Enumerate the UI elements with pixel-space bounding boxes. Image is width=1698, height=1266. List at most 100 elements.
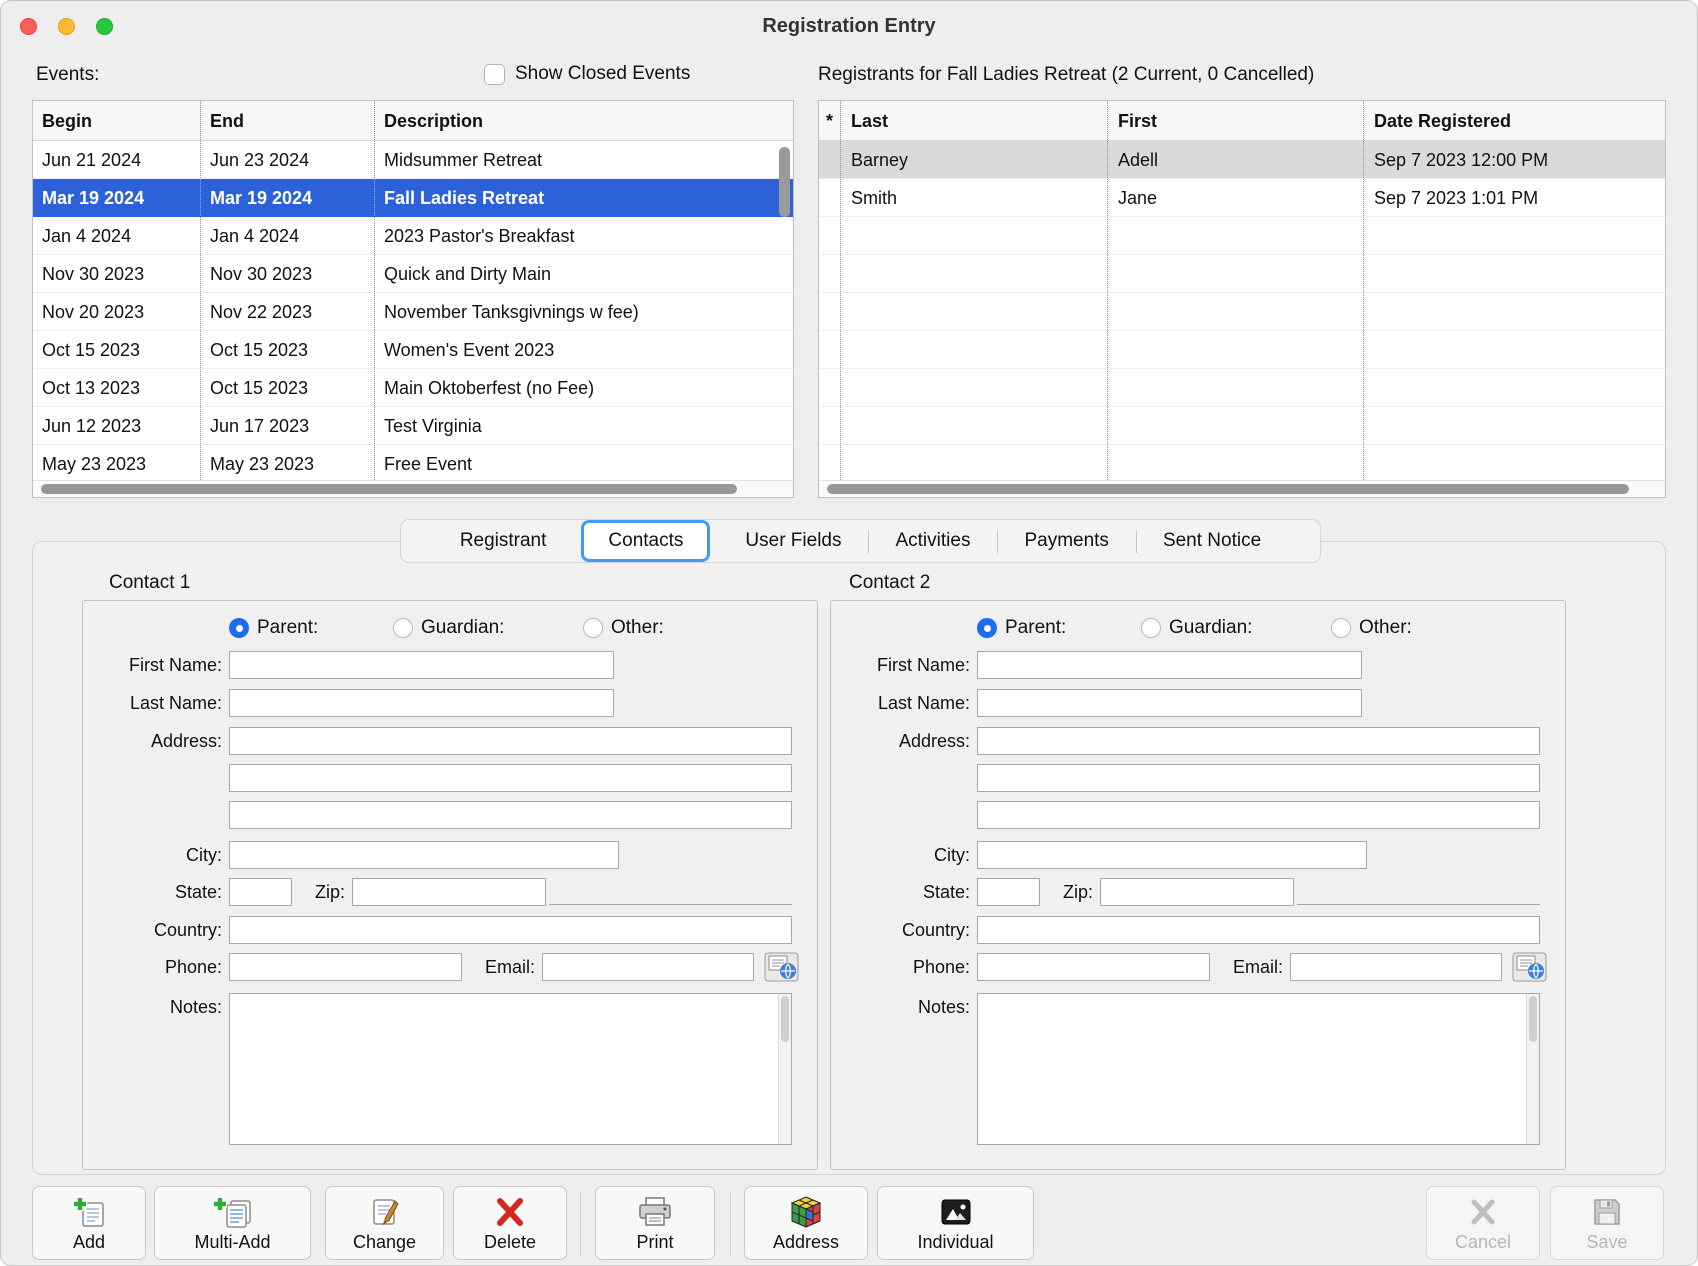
contact1-phone-input[interactable]: [229, 953, 462, 981]
contact1-address-line1-input[interactable]: [229, 727, 792, 755]
description-column-header[interactable]: Description: [375, 101, 793, 140]
scrollbar-thumb[interactable]: [41, 484, 737, 494]
star-cell: [819, 445, 841, 482]
show-closed-events-checkbox[interactable]: Show Closed Events: [484, 63, 690, 85]
checkbox-box-icon[interactable]: [484, 64, 505, 85]
event-row[interactable]: Jan 4 2024 Jan 4 2024 2023 Pastor's Brea…: [33, 217, 793, 255]
contact1-address-line3-input[interactable]: [229, 801, 792, 829]
individual-button[interactable]: Individual: [877, 1186, 1034, 1260]
event-row-selected[interactable]: Mar 19 2024 Mar 19 2024 Fall Ladies Retr…: [33, 179, 793, 217]
contact2-state-input[interactable]: [977, 878, 1040, 906]
event-description: Midsummer Retreat: [375, 141, 793, 178]
toolbar: Add Multi-Add Ch: [0, 1184, 1698, 1264]
individual-label: Individual: [917, 1232, 993, 1253]
contact2-email-input[interactable]: [1290, 953, 1502, 981]
star-column-header[interactable]: *: [819, 101, 841, 140]
contact1-zip-input[interactable]: [352, 878, 546, 906]
window-title: Registration Entry: [0, 0, 1698, 52]
contact2-parent-radio[interactable]: Parent:: [977, 615, 1066, 641]
contact2-other-radio[interactable]: Other:: [1331, 615, 1412, 641]
contact1-guardian-radio[interactable]: Guardian:: [393, 615, 504, 641]
country-label: Country:: [83, 916, 229, 944]
scrollbar-thumb[interactable]: [827, 484, 1629, 494]
contact1-state-input[interactable]: [229, 878, 292, 906]
event-description: Free Event: [375, 445, 793, 482]
event-description: Fall Ladies Retreat: [375, 179, 793, 216]
contact2-zip-input[interactable]: [1100, 878, 1294, 906]
events-horizontal-scrollbar[interactable]: [33, 480, 793, 497]
event-row[interactable]: Oct 15 2023 Oct 15 2023 Women's Event 20…: [33, 331, 793, 369]
minimize-icon[interactable]: [58, 18, 75, 35]
contact1-city-input[interactable]: [229, 841, 619, 869]
multi-add-button[interactable]: Multi-Add: [154, 1186, 311, 1260]
event-row[interactable]: Jun 12 2023 Jun 17 2023 Test Virginia: [33, 407, 793, 445]
contact2-phone-input[interactable]: [977, 953, 1210, 981]
notes-scrollbar[interactable]: [778, 994, 791, 1144]
tab-activities[interactable]: Activities: [868, 520, 997, 562]
contact2-address-line3-input[interactable]: [977, 801, 1540, 829]
contact2-country-input[interactable]: [977, 916, 1540, 944]
tab-contacts[interactable]: Contacts: [581, 520, 710, 562]
event-row[interactable]: Jun 21 2024 Jun 23 2024 Midsummer Retrea…: [33, 141, 793, 179]
event-row[interactable]: Oct 13 2023 Oct 15 2023 Main Oktoberfest…: [33, 369, 793, 407]
contact2-last-name-input[interactable]: [977, 689, 1362, 717]
date-registered-column-header[interactable]: Date Registered: [1364, 101, 1665, 140]
begin-column-header[interactable]: Begin: [33, 101, 201, 140]
tab-registrant[interactable]: Registrant: [433, 520, 574, 562]
contact2-first-name-input[interactable]: [977, 651, 1362, 679]
contact1-notes-input[interactable]: [229, 993, 792, 1145]
contact1-parent-radio[interactable]: Parent:: [229, 615, 318, 641]
registrant-row[interactable]: Smith Jane Sep 7 2023 1:01 PM: [819, 179, 1665, 217]
contact1-country-input[interactable]: [229, 916, 792, 944]
event-begin: Jan 4 2024: [33, 217, 201, 254]
events-vertical-scrollbar[interactable]: [779, 147, 790, 217]
contact2-city-input[interactable]: [977, 841, 1367, 869]
contact1-group: Parent: Guardian: Other: First Name: Las…: [82, 600, 818, 1170]
registrant-row-selected[interactable]: Barney Adell Sep 7 2023 12:00 PM: [819, 141, 1665, 179]
contact1-first-name-input[interactable]: [229, 651, 614, 679]
last-column-header[interactable]: Last: [841, 101, 1108, 140]
first-cell: [1108, 217, 1364, 254]
registrant-first: Adell: [1108, 141, 1364, 178]
contact1-address-line2-input[interactable]: [229, 764, 792, 792]
zoom-icon[interactable]: [96, 18, 113, 35]
address-button[interactable]: Address: [744, 1186, 868, 1260]
date-cell: [1364, 407, 1665, 444]
first-cell: [1108, 369, 1364, 406]
change-button[interactable]: Change: [325, 1186, 444, 1260]
cancel-x-icon: [1469, 1194, 1497, 1230]
delete-button[interactable]: Delete: [453, 1186, 567, 1260]
event-row[interactable]: Nov 30 2023 Nov 30 2023 Quick and Dirty …: [33, 255, 793, 293]
email-lookup-icon[interactable]: [764, 952, 799, 982]
add-button[interactable]: Add: [32, 1186, 146, 1260]
tab-user-fields[interactable]: User Fields: [718, 520, 868, 562]
event-row[interactable]: May 23 2023 May 23 2023 Free Event: [33, 445, 793, 483]
city-label: City:: [831, 841, 977, 869]
first-column-header[interactable]: First: [1108, 101, 1364, 140]
contact2-notes-input[interactable]: [977, 993, 1540, 1145]
contact2-guardian-radio[interactable]: Guardian:: [1141, 615, 1252, 641]
close-icon[interactable]: [20, 18, 37, 35]
contact1-email-input[interactable]: [542, 953, 754, 981]
event-description: November Tanksgivnings w fee): [375, 293, 793, 330]
print-button[interactable]: Print: [595, 1186, 715, 1260]
delete-icon: [495, 1194, 525, 1230]
tab-sent-notice[interactable]: Sent Notice: [1136, 520, 1288, 562]
first-cell: [1108, 445, 1364, 482]
cancel-label: Cancel: [1455, 1232, 1511, 1253]
zip-label: Zip:: [1040, 878, 1100, 906]
registrant-first: Jane: [1108, 179, 1364, 216]
registrant-last: Barney: [841, 141, 1108, 178]
contact2-address-line1-input[interactable]: [977, 727, 1540, 755]
contact1-other-radio[interactable]: Other:: [583, 615, 664, 641]
end-column-header[interactable]: End: [201, 101, 375, 140]
contact2-address-line2-input[interactable]: [977, 764, 1540, 792]
event-row[interactable]: Nov 20 2023 Nov 22 2023 November Tanksgi…: [33, 293, 793, 331]
other-radio-label: Other:: [611, 617, 664, 639]
radio-unselected-icon: [393, 618, 413, 638]
email-lookup-icon[interactable]: [1512, 952, 1547, 982]
notes-scrollbar[interactable]: [1526, 994, 1539, 1144]
tab-payments[interactable]: Payments: [997, 520, 1135, 562]
registrants-horizontal-scrollbar[interactable]: [819, 480, 1665, 497]
contact1-last-name-input[interactable]: [229, 689, 614, 717]
